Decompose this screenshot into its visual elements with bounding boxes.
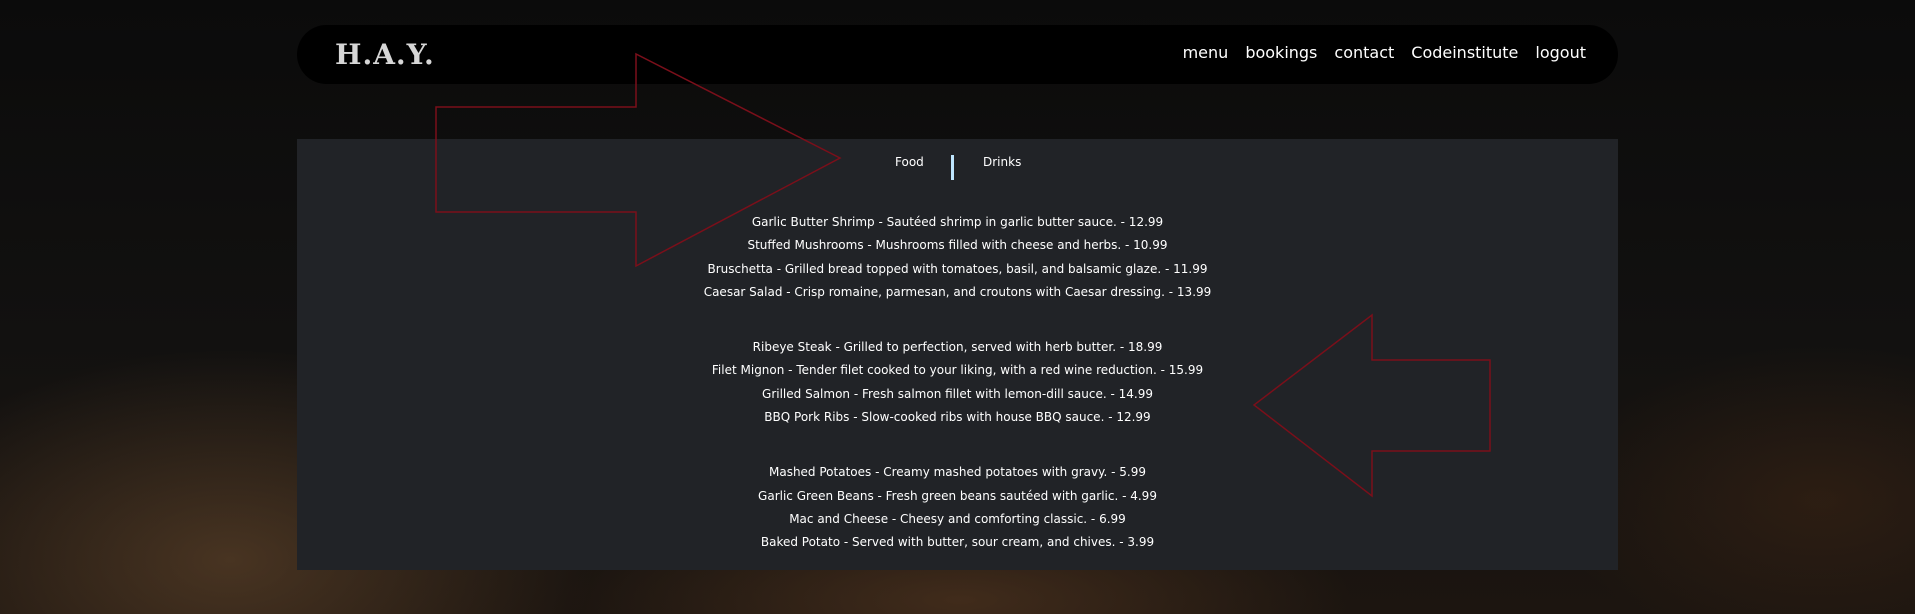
- page: H.A.Y. menu bookings contact Codeinstitu…: [0, 0, 1915, 614]
- arrow-left-outline-icon: [1252, 313, 1491, 498]
